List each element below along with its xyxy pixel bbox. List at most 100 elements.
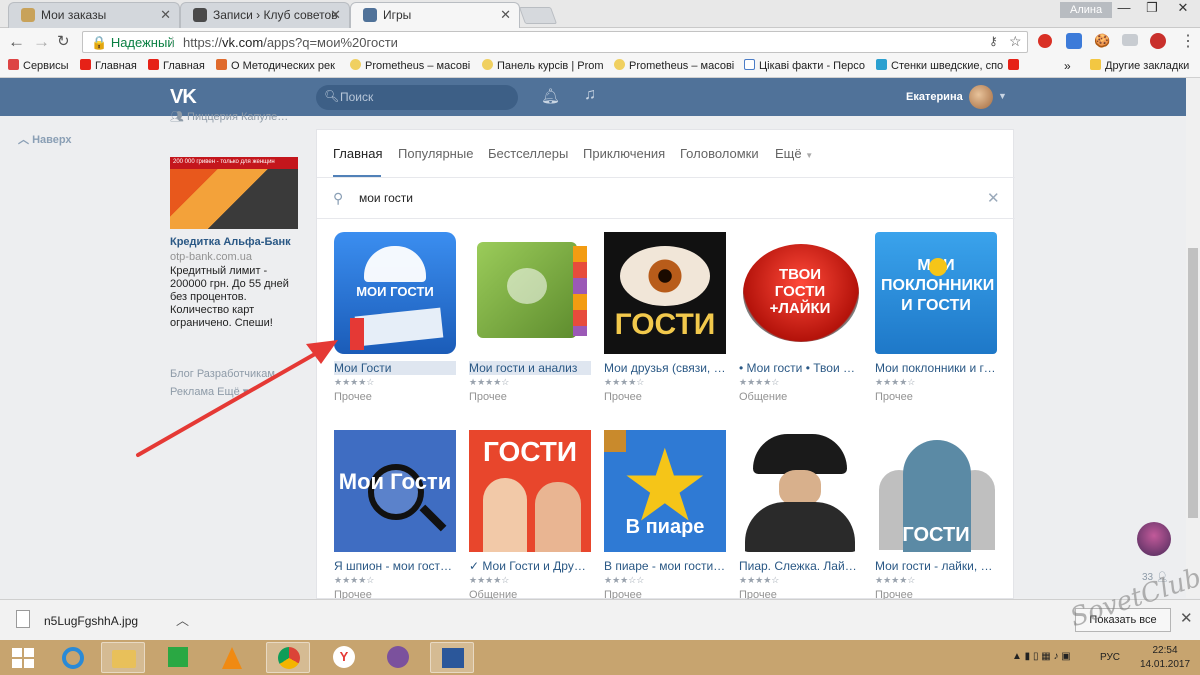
new-tab-button[interactable]: [518, 7, 558, 24]
language-indicator[interactable]: РУС: [1100, 652, 1120, 663]
taskbar-ie-icon[interactable]: [50, 642, 94, 673]
ad-banner-image[interactable]: 200 000 гривен - только для женщин: [170, 157, 298, 229]
back-arrow-icon[interactable]: ←: [8, 32, 25, 52]
app-title[interactable]: Мои поклонники и го…: [875, 361, 997, 375]
app-title[interactable]: Мои друзья (связи, г…: [604, 361, 726, 375]
app-card[interactable]: Мои Гости Я шпион - мои гости, … ★★★★☆ П…: [334, 430, 458, 601]
minimize-icon[interactable]: —: [1110, 0, 1138, 18]
taskbar-vlc-icon[interactable]: [210, 642, 254, 673]
close-tab-icon[interactable]: ✕: [330, 7, 341, 23]
tab-bestsellers[interactable]: Бестселлеры: [488, 146, 568, 161]
app-title[interactable]: Мои гости - лайки, д…: [875, 559, 997, 573]
taskbar-yandex-icon[interactable]: Y: [322, 642, 366, 673]
other-bookmarks[interactable]: Другие закладки: [1090, 59, 1189, 72]
close-tab-icon[interactable]: ✕: [500, 7, 511, 23]
tab-puzzles[interactable]: Головоломки: [680, 146, 759, 161]
footer-links[interactable]: Реклама Ещё ▾: [170, 385, 248, 398]
browser-tab[interactable]: Записи › Клуб советов ✕: [180, 2, 350, 28]
tab-main[interactable]: Главная: [333, 146, 382, 161]
tab-title: Мои заказы: [41, 8, 107, 22]
reload-icon[interactable]: ↻: [57, 32, 70, 50]
extension-icon[interactable]: [1066, 33, 1082, 49]
bookmark-star-icon[interactable]: ☆: [1009, 33, 1022, 50]
cookie-extension-icon[interactable]: 🍪: [1094, 33, 1110, 49]
app-card[interactable]: ГОСТИ Мои гости - лайки, д… ★★★★☆ Прочее: [875, 430, 999, 601]
close-tab-icon[interactable]: ✕: [160, 7, 171, 23]
bookmarks-overflow-chevron[interactable]: »: [1064, 59, 1071, 73]
download-file-name[interactable]: n5LugFgshhA.jpg: [44, 614, 138, 628]
maximize-icon[interactable]: ❐: [1138, 0, 1166, 18]
chevron-up-icon[interactable]: ︿: [176, 610, 189, 629]
vk-logo[interactable]: VK: [170, 86, 197, 109]
music-note-icon[interactable]: ♫: [584, 86, 596, 104]
bookmark-item[interactable]: Prometheus – масові: [614, 59, 734, 72]
browser-tab[interactable]: Мои заказы ✕: [8, 2, 180, 28]
adblock-icon[interactable]: [1150, 33, 1166, 49]
system-tray-icons[interactable]: ▲ ▮ ▯ ▦ ♪ ▣: [1012, 651, 1071, 662]
app-card[interactable]: ГОСТИ Мои друзья (связи, г… ★★★★☆ Прочее: [604, 232, 728, 403]
profile-name-badge[interactable]: Алина: [1060, 2, 1113, 18]
taskbar-word-icon[interactable]: [430, 642, 474, 673]
tab-adventures[interactable]: Приключения: [583, 146, 665, 161]
app-title[interactable]: Пиар. Слежка. Лайк…: [739, 559, 861, 573]
key-icon[interactable]: ⚷: [989, 34, 998, 48]
app-card[interactable]: Пиар. Слежка. Лайк… ★★★★☆ Прочее: [739, 430, 863, 601]
app-title[interactable]: Мои гости и анализ: [469, 361, 591, 375]
app-card[interactable]: МОИ ПОКЛОННИКИ И ГОСТИ Мои поклонники и …: [875, 232, 999, 403]
app-title[interactable]: • Мои гости • Твои ла…: [739, 361, 861, 375]
bookmark-item[interactable]: Стенки шведские, спо: [876, 59, 1003, 72]
address-bar[interactable]: 🔒 Надежный | https://vk.com/apps?q=мои%2…: [82, 31, 1028, 53]
taskbar-viber-icon[interactable]: [376, 642, 420, 673]
bookmark-item[interactable]: Главная: [148, 59, 205, 72]
taskbar-chrome-icon[interactable]: [266, 642, 310, 673]
bookmark-item[interactable]: Цікаві факти - Персо: [744, 59, 865, 72]
close-window-icon[interactable]: ✕: [1166, 0, 1200, 18]
app-title[interactable]: В пиаре - мои гости, …: [604, 559, 726, 573]
user-name[interactable]: Екатерина: [906, 91, 963, 103]
browser-tab-active[interactable]: Игры ✕: [350, 2, 520, 28]
tab-more[interactable]: Ещё ▼: [775, 146, 813, 161]
back-to-top-link[interactable]: ︿ Наверх: [18, 131, 72, 147]
url-text[interactable]: https://vk.com/apps?q=мои%20гости: [183, 35, 398, 50]
chat-extension-icon[interactable]: [1122, 34, 1138, 46]
footer-links[interactable]: Блог Разработчикам: [170, 368, 275, 380]
app-card[interactable]: ТВОИ ГОСТИ +ЛАЙКИ • Мои гости • Твои ла……: [739, 232, 863, 403]
bookmark-item[interactable]: О Методических рек: [216, 59, 335, 72]
app-card[interactable]: Мои гости и анализ ★★★★☆ Прочее: [469, 232, 593, 403]
app-card[interactable]: ★ В пиаре В пиаре - мои гости, … ★★★☆☆ П…: [604, 430, 728, 601]
secure-indicator[interactable]: 🔒 Надежный: [91, 35, 175, 51]
windows-start-icon[interactable]: [12, 648, 34, 668]
app-title[interactable]: ✓ Мои Гости и Друзья: [469, 559, 591, 573]
side-chat-avatar[interactable]: [1137, 522, 1171, 556]
app-card[interactable]: ГОСТИ ✓ Мои Гости и Друзья ★★★★☆ Общение: [469, 430, 593, 601]
bookmark-item[interactable]: Prometheus – масові: [350, 59, 470, 72]
opera-extension-icon[interactable]: [1038, 34, 1052, 48]
ad-site[interactable]: otp-bank.com.ua: [170, 251, 252, 263]
app-title[interactable]: Мои Гости: [334, 361, 456, 375]
close-download-bar-icon[interactable]: ✕: [1180, 609, 1193, 627]
chevron-down-icon[interactable]: ▼: [998, 91, 1007, 101]
avatar[interactable]: [969, 85, 993, 109]
app-card[interactable]: МОИ ГОСТИ Мои Гости ★★★★☆ Прочее: [334, 232, 458, 403]
chrome-menu-icon[interactable]: ⋮: [1180, 31, 1196, 51]
games-search-input[interactable]: мои гости: [359, 191, 413, 205]
app-title[interactable]: Я шпион - мои гости, …: [334, 559, 456, 573]
taskbar-store-icon[interactable]: [156, 642, 200, 673]
tab-popular[interactable]: Популярные: [398, 146, 473, 161]
book-tabs-icon: [573, 246, 587, 336]
bookmark-item[interactable]: Панель курсів | Prom: [482, 59, 604, 72]
bookmark-item[interactable]: Сервисы: [8, 59, 69, 72]
games-search-box[interactable]: ⚲ мои гости ✕: [317, 179, 1015, 219]
side-group-link[interactable]: 👥︎ Пиццерия Капуле…: [170, 110, 288, 123]
eye-icon: [620, 246, 710, 306]
forward-arrow-icon[interactable]: →: [33, 32, 50, 52]
bookmark-item[interactable]: Главная: [80, 59, 137, 72]
bookmark-item[interactable]: [1008, 59, 1023, 72]
vk-search-input[interactable]: 🔍︎ Поиск: [316, 85, 518, 110]
ad-title[interactable]: Кредитка Альфа-Банк: [170, 236, 291, 248]
taskbar-explorer-icon[interactable]: [101, 642, 145, 673]
scrollbar-thumb[interactable]: [1188, 248, 1198, 518]
clear-search-icon[interactable]: ✕: [987, 189, 1000, 207]
taskbar-clock[interactable]: 22:54 14.01.2017: [1140, 644, 1190, 672]
notifications-bell-icon[interactable]: 🔔︎: [541, 87, 560, 105]
